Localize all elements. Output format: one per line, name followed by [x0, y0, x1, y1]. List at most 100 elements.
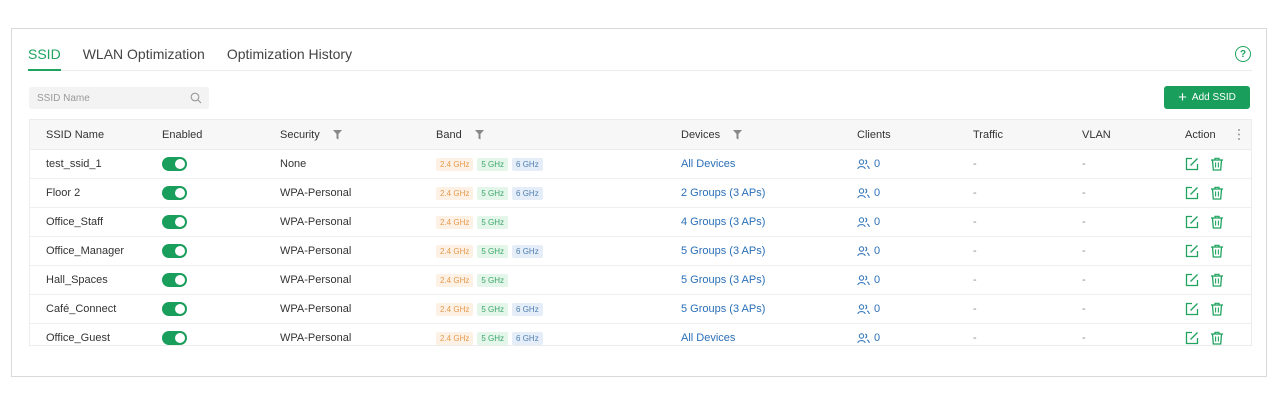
edit-icon[interactable]: [1185, 244, 1199, 258]
band-cell: 2.4 GHz 5 GHz: [436, 266, 512, 294]
band-tag-2-4ghz: 2.4 GHz: [436, 215, 474, 229]
action-cell: [1185, 266, 1235, 294]
users-icon: [857, 187, 870, 198]
clients-cell: 0: [857, 324, 880, 352]
clients-count: 0: [874, 158, 881, 170]
security-value: WPA-Personal: [280, 274, 352, 286]
users-icon: [857, 216, 870, 227]
delete-icon[interactable]: [1210, 157, 1224, 171]
users-icon: [857, 158, 870, 169]
enabled-toggle[interactable]: [162, 186, 187, 200]
table-row: Office_Guest WPA-Personal 2.4 GHz 5 GHz …: [30, 324, 1251, 352]
delete-icon[interactable]: [1210, 215, 1224, 229]
edit-icon[interactable]: [1185, 331, 1199, 345]
security-value: WPA-Personal: [280, 216, 352, 228]
enabled-toggle[interactable]: [162, 302, 187, 316]
devices-cell: 5 Groups (3 APs): [681, 295, 765, 323]
traffic-value: -: [973, 187, 977, 199]
header-devices-label: Devices: [681, 128, 721, 141]
header-band-label: Band: [436, 128, 462, 141]
vlan-value: -: [1082, 216, 1086, 228]
band-tag-2-4ghz: 2.4 GHz: [436, 273, 474, 287]
delete-icon[interactable]: [1210, 244, 1224, 258]
edit-icon[interactable]: [1185, 157, 1199, 171]
devices-link[interactable]: All Devices: [681, 332, 735, 344]
clients-cell: 0: [857, 150, 880, 178]
add-ssid-button[interactable]: + Add SSID: [1164, 86, 1250, 109]
ssid-name: Office_Guest: [46, 332, 110, 344]
traffic-value: -: [973, 332, 977, 344]
edit-icon[interactable]: [1185, 215, 1199, 229]
clients-cell: 0: [857, 295, 880, 323]
edit-icon[interactable]: [1185, 273, 1199, 287]
enabled-toggle[interactable]: [162, 244, 187, 258]
security-value: WPA-Personal: [280, 332, 352, 344]
ssid-name: Office_Manager: [46, 245, 125, 257]
clients-link[interactable]: 0: [857, 332, 880, 344]
traffic-value: -: [973, 158, 977, 170]
band-tag-5ghz: 5 GHz: [477, 215, 509, 229]
devices-cell: 5 Groups (3 APs): [681, 266, 765, 294]
ssid-name: Café_Connect: [46, 303, 117, 315]
plus-icon: +: [1178, 89, 1187, 106]
clients-count: 0: [874, 332, 881, 344]
edit-icon[interactable]: [1185, 186, 1199, 200]
clients-cell: 0: [857, 266, 880, 294]
traffic-value: -: [973, 245, 977, 257]
enabled-toggle[interactable]: [162, 157, 187, 171]
header-devices: Devices: [681, 120, 743, 149]
tab-optimization-history[interactable]: Optimization History: [227, 29, 352, 70]
enabled-cell: [162, 179, 187, 207]
table-row: Floor 2 WPA-Personal 2.4 GHz 5 GHz 6 GHz…: [30, 179, 1251, 208]
ssid-name: Hall_Spaces: [46, 274, 108, 286]
help-icon[interactable]: ?: [1235, 46, 1251, 62]
devices-link[interactable]: 5 Groups (3 APs): [681, 245, 765, 257]
clients-link[interactable]: 0: [857, 216, 880, 228]
more-vertical-icon[interactable]: [1237, 128, 1241, 141]
band-tag-5ghz: 5 GHz: [477, 331, 509, 345]
devices-link[interactable]: 2 Groups (3 APs): [681, 187, 765, 199]
clients-link[interactable]: 0: [857, 245, 880, 257]
header-security: Security: [280, 120, 342, 149]
users-icon: [857, 332, 870, 343]
edit-icon[interactable]: [1185, 302, 1199, 316]
ssid-search-input[interactable]: [29, 87, 195, 109]
action-cell: [1185, 150, 1235, 178]
clients-link[interactable]: 0: [857, 274, 880, 286]
band-tag-5ghz: 5 GHz: [477, 302, 509, 316]
filter-icon[interactable]: [474, 129, 484, 140]
clients-cell: 0: [857, 179, 880, 207]
enabled-toggle[interactable]: [162, 331, 187, 345]
band-tag-5ghz: 5 GHz: [477, 244, 509, 258]
delete-icon[interactable]: [1210, 273, 1224, 287]
devices-link[interactable]: 5 Groups (3 APs): [681, 274, 765, 286]
tab-bar: SSID WLAN Optimization Optimization Hist…: [28, 29, 1252, 71]
filter-icon[interactable]: [733, 129, 743, 140]
clients-count: 0: [874, 187, 881, 199]
delete-icon[interactable]: [1210, 302, 1224, 316]
tab-wlan-optimization[interactable]: WLAN Optimization: [83, 29, 205, 70]
clients-link[interactable]: 0: [857, 158, 880, 170]
band-cell: 2.4 GHz 5 GHz 6 GHz: [436, 179, 547, 207]
traffic-value: -: [973, 274, 977, 286]
header-traffic: Traffic: [973, 128, 1003, 141]
enabled-toggle[interactable]: [162, 215, 187, 229]
delete-icon[interactable]: [1210, 186, 1224, 200]
devices-link[interactable]: All Devices: [681, 158, 735, 170]
enabled-toggle[interactable]: [162, 273, 187, 287]
filter-icon[interactable]: [332, 129, 342, 140]
ssid-name: test_ssid_1: [46, 158, 102, 170]
band-cell: 2.4 GHz 5 GHz 6 GHz: [436, 295, 547, 323]
clients-link[interactable]: 0: [857, 187, 880, 199]
devices-link[interactable]: 4 Groups (3 APs): [681, 216, 765, 228]
tab-ssid[interactable]: SSID: [28, 29, 61, 71]
table-row: Hall_Spaces WPA-Personal 2.4 GHz 5 GHz 5…: [30, 266, 1251, 295]
enabled-cell: [162, 208, 187, 236]
clients-link[interactable]: 0: [857, 303, 880, 315]
devices-link[interactable]: 5 Groups (3 APs): [681, 303, 765, 315]
delete-icon[interactable]: [1210, 331, 1224, 345]
clients-count: 0: [874, 245, 881, 257]
band-tag-6ghz: 6 GHz: [512, 157, 543, 171]
band-tag-2-4ghz: 2.4 GHz: [436, 186, 474, 200]
search-icon[interactable]: [190, 92, 202, 104]
